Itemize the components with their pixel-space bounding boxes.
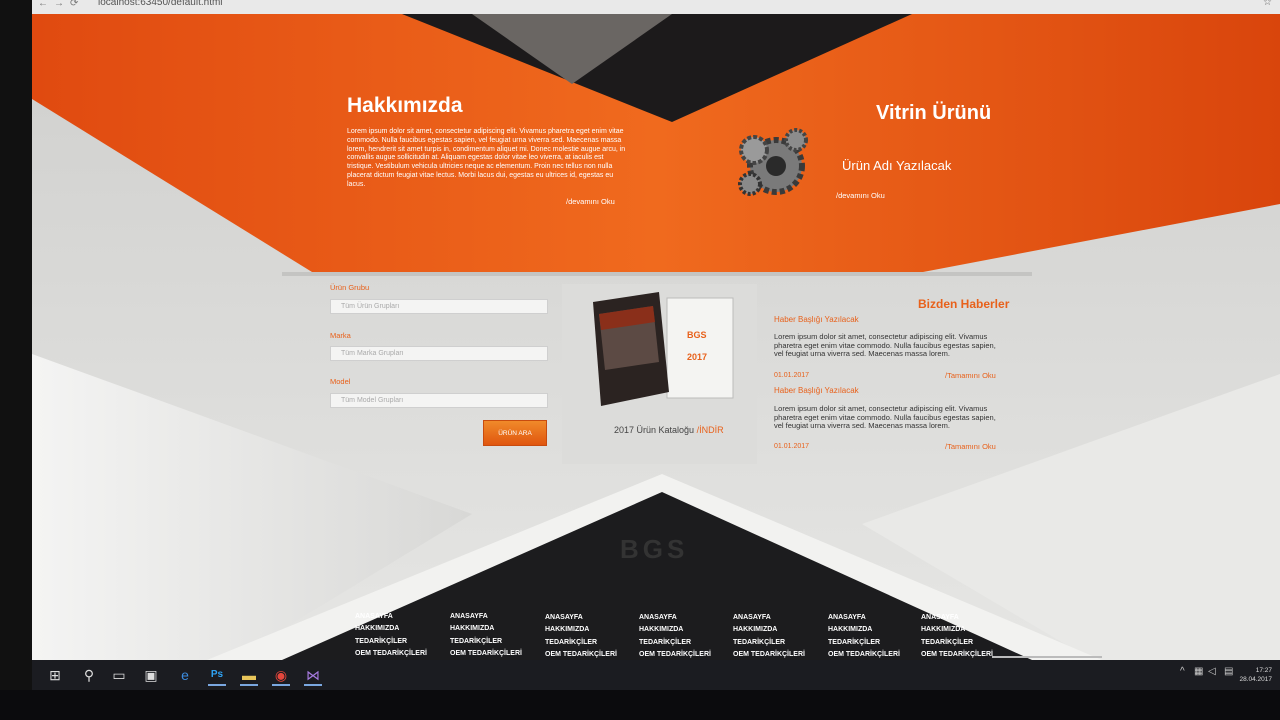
footer-nav-column: ANASAYFA HAKKIMIZDA TEDARİKÇİLER OEM TED… — [450, 611, 540, 660]
browser-nav-icons[interactable]: ←→⟳ — [38, 0, 84, 9]
about-title: Hakkımızda — [347, 94, 463, 117]
footer-link-about[interactable]: HAKKIMIZDA — [921, 624, 1011, 636]
web-page: Hakkımızda Lorem ipsum dolor sit amet, c… — [32, 14, 1280, 660]
address-url[interactable]: localhost:63450/default.html — [98, 0, 223, 8]
showcase-title: Vitrin Ürünü — [876, 102, 992, 124]
windows-start-icon[interactable]: ⊞ — [46, 666, 64, 684]
gears-product-image[interactable] — [732, 122, 818, 202]
monitor-bezel — [0, 690, 1280, 720]
footer-link-about[interactable]: HAKKIMIZDA — [733, 624, 823, 636]
footer-link-oem-suppliers[interactable]: OEM TEDARİKÇİLERİ — [355, 648, 445, 660]
footer-link-oem-suppliers[interactable]: OEM TEDARİKÇİLERİ — [639, 649, 729, 660]
footer-nav-column: ANASAYFA HAKKIMIZDA TEDARİKÇİLER OEM TED… — [545, 612, 635, 660]
footer-link-home[interactable]: ANASAYFA — [733, 612, 823, 624]
footer-link-about[interactable]: HAKKIMIZDA — [639, 624, 729, 636]
news-more-link[interactable]: /Tamamını Oku — [945, 442, 996, 451]
footer-link-oem-suppliers[interactable]: OEM TEDARİKÇİLERİ — [545, 649, 635, 660]
footer-nav-column: ANASAYFA HAKKIMIZDA TEDARİKÇİLER OEM TED… — [639, 612, 729, 660]
clock-date: 28.04.2017 — [1239, 676, 1272, 683]
footer-link-home[interactable]: ANASAYFA — [545, 612, 635, 624]
file-explorer-icon[interactable]: ▬ — [240, 666, 258, 686]
footer-link-home[interactable]: ANASAYFA — [450, 611, 540, 623]
catalog-text: 2017 Ürün Kataloğu — [614, 425, 695, 435]
tray-chevron-icon[interactable]: ^ — [1180, 666, 1185, 677]
news-title[interactable]: Haber Başlığı Yazılacak — [774, 386, 859, 395]
task-view-icon[interactable]: ▭ — [110, 666, 128, 684]
showcase-more-link[interactable]: /devamını Oku — [836, 191, 885, 200]
catalog-image[interactable]: BGS 2017 — [587, 292, 737, 412]
footer-link-suppliers[interactable]: TEDARİKÇİLER — [828, 637, 918, 649]
news-body: Lorem ipsum dolor sit amet, consectetur … — [774, 332, 996, 359]
footer-link-suppliers[interactable]: TEDARİKÇİLER — [639, 637, 729, 649]
catalog-cover-brand: BGS — [687, 330, 707, 340]
footer-link-oem-suppliers[interactable]: OEM TEDARİKÇİLERİ — [450, 648, 540, 660]
footer-logo[interactable]: BGS — [620, 534, 688, 565]
catalog-cover-year: 2017 — [687, 352, 707, 362]
footer-nav-column: ANASAYFA HAKKIMIZDA TEDARİKÇİLER OEM TED… — [921, 612, 1011, 660]
footer-link-suppliers[interactable]: TEDARİKÇİLER — [355, 636, 445, 648]
clock-time: 17:27 — [1255, 667, 1272, 674]
news-body: Lorem ipsum dolor sit amet, consectetur … — [774, 404, 996, 431]
browser-address-bar[interactable]: ←→⟳ localhost:63450/default.html ☆ — [32, 0, 1280, 15]
footer-link-about[interactable]: HAKKIMIZDA — [355, 623, 445, 635]
footer-nav-column: ANASAYFA HAKKIMIZDA TEDARİKÇİLER OEM TED… — [733, 612, 823, 660]
footer-link-about[interactable]: HAKKIMIZDA — [828, 624, 918, 636]
taskbar-clock[interactable]: 17:27 28.04.2017 — [1232, 666, 1272, 684]
footer-link-home[interactable]: ANASAYFA — [639, 612, 729, 624]
windows-taskbar: ⊞ ⚲ ▭ ▣ e Ps ▬ ◉ ⋈ ^ ▦ ◁ ▤ 17:27 28.04.2… — [32, 660, 1280, 690]
footer-link-suppliers[interactable]: TEDARİKÇİLER — [733, 637, 823, 649]
brand-select[interactable]: Tüm Marka Grupları — [330, 346, 548, 361]
footer-link-home[interactable]: ANASAYFA — [355, 611, 445, 623]
footer-link-home[interactable]: ANASAYFA — [828, 612, 918, 624]
group-select[interactable]: Tüm Ürün Grupları — [330, 299, 548, 314]
store-icon[interactable]: ▣ — [142, 666, 160, 684]
photoshop-icon[interactable]: Ps — [208, 666, 226, 686]
monitor: ←→⟳ localhost:63450/default.html ☆ Hakkı… — [0, 0, 1280, 720]
footer-link-suppliers[interactable]: TEDARİKÇİLER — [450, 636, 540, 648]
news-more-link[interactable]: /Tamamını Oku — [945, 371, 996, 380]
footer-link-about[interactable]: HAKKIMIZDA — [545, 624, 635, 636]
footer-divider — [992, 656, 1102, 658]
footer-link-oem-suppliers[interactable]: OEM TEDARİKÇİLERİ — [733, 649, 823, 660]
footer-nav-column: ANASAYFA HAKKIMIZDA TEDARİKÇİLER OEM TED… — [355, 611, 445, 660]
news-date: 01.01.2017 — [774, 443, 810, 450]
footer-nav-column: ANASAYFA HAKKIMIZDA TEDARİKÇİLER OEM TED… — [828, 612, 918, 660]
visual-studio-icon[interactable]: ⋈ — [304, 666, 322, 686]
brand-label: Marka — [330, 331, 351, 340]
model-select[interactable]: Tüm Model Grupları — [330, 393, 548, 408]
network-icon[interactable]: ▦ — [1194, 666, 1203, 677]
footer-link-oem-suppliers[interactable]: OEM TEDARİKÇİLERİ — [921, 649, 1011, 660]
footer-link-suppliers[interactable]: TEDARİKÇİLER — [545, 637, 635, 649]
catalog-label: 2017 Ürün Kataloğu /İNDİR — [614, 425, 724, 435]
news-date: 01.01.2017 — [774, 372, 810, 379]
footer-link-home[interactable]: ANASAYFA — [921, 612, 1011, 624]
catalog-download-link[interactable]: /İNDİR — [697, 425, 724, 435]
group-label: Ürün Grubu — [330, 283, 370, 292]
search-icon[interactable]: ⚲ — [80, 666, 98, 684]
chrome-icon[interactable]: ◉ — [272, 666, 290, 686]
about-text: Lorem ipsum dolor sit amet, consectetur … — [347, 128, 626, 188]
volume-icon[interactable]: ◁ — [1208, 666, 1216, 677]
model-label: Model — [330, 377, 351, 386]
news-title[interactable]: Haber Başlığı Yazılacak — [774, 315, 859, 324]
bookmark-star-icon[interactable]: ☆ — [1263, 0, 1272, 8]
footer-link-about[interactable]: HAKKIMIZDA — [450, 623, 540, 635]
about-more-link[interactable]: /devamını Oku — [566, 197, 615, 206]
edge-icon[interactable]: e — [176, 666, 194, 684]
footer-link-oem-suppliers[interactable]: OEM TEDARİKÇİLERİ — [828, 649, 918, 660]
footer-link-suppliers[interactable]: TEDARİKÇİLER — [921, 637, 1011, 649]
product-search-button[interactable]: ÜRÜN ARA — [483, 420, 547, 446]
news-heading: Bizden Haberler — [918, 297, 1010, 311]
showcase-product-name: Ürün Adı Yazılacak — [842, 158, 952, 173]
